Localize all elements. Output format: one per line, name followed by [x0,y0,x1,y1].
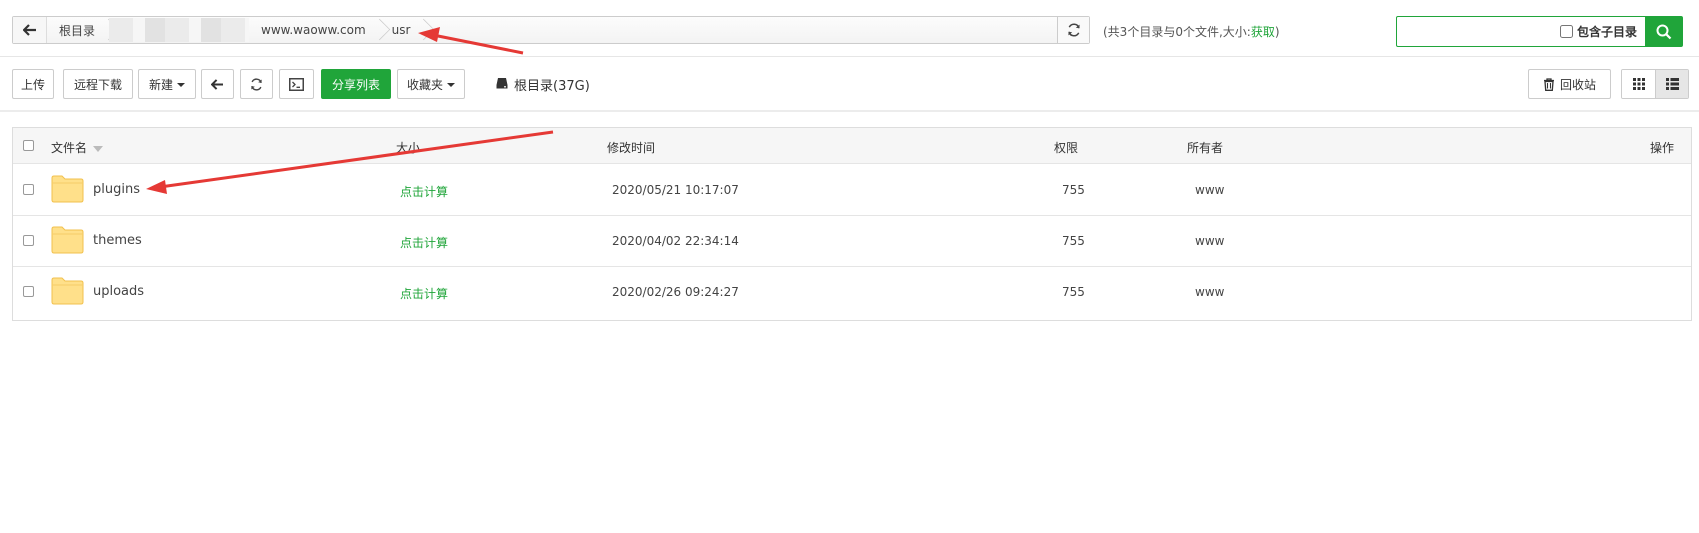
trash-icon [1543,77,1554,91]
include-subdir-checkbox[interactable] [1559,25,1573,38]
toolbar-divider [0,110,1699,112]
modified-time: 2020/02/26 09:24:27 [612,285,739,299]
folder-icon[interactable] [51,175,84,203]
owner[interactable]: www [1195,285,1224,299]
header-actions: 操作 [1650,141,1675,155]
size-calc-link[interactable]: 点击计算 [400,234,448,251]
size-calc-link[interactable]: 点击计算 [400,183,448,200]
file-table: 文件名 大小 修改时间 权限 所有者 操作 plugins 点击计算 2020/05… [12,127,1692,321]
favorites-dropdown-button[interactable]: 收藏夹 [397,69,465,99]
refresh-icon [251,77,262,91]
summary-close: ) [1274,25,1280,39]
folder-icon[interactable] [51,226,84,254]
table-header: 文件名 大小 修改时间 权限 所有者 操作 [13,128,1691,164]
path-back-button[interactable] [13,17,47,43]
file-name[interactable]: plugins [93,182,140,197]
search-input[interactable] [1397,17,1560,46]
grid-icon [1632,78,1645,90]
breadcrumb-usr[interactable]: usr [380,17,425,43]
owner[interactable]: www [1195,183,1224,197]
breadcrumb-site[interactable]: www.waoww.com [249,17,380,43]
include-subdir-option[interactable]: 包含子目录 [1559,17,1645,46]
select-all-checkbox[interactable] [23,140,34,151]
caret-down-icon [177,83,185,87]
summary-text: (共3个目录与0个文件,大小: [1103,25,1251,39]
breadcrumb: 根目录 www.waoww.com usr [47,17,1057,43]
header-name-label: 文件名 [51,141,88,155]
search-icon [1656,24,1671,39]
header-size[interactable]: 大小 [396,139,420,156]
breadcrumb-root[interactable]: 根目录 [47,17,109,43]
disk-info[interactable]: 根目录(37G) [496,75,590,94]
share-list-button[interactable]: 分享列表 [321,69,391,99]
get-size-link[interactable]: 获取 [1251,25,1275,39]
header-name[interactable]: 文件名 [51,139,104,156]
disk-label: 根目录(37G) [514,79,590,94]
modified-time: 2020/05/21 10:17:07 [612,183,739,197]
back-button[interactable] [201,69,234,99]
search-button[interactable] [1645,17,1682,46]
directory-summary: (共3个目录与0个文件,大小:获取) [1103,23,1280,40]
terminal-icon [289,77,304,91]
remote-download-button[interactable]: 远程下载 [63,69,133,99]
arrow-left-icon [211,78,223,90]
recycle-bin-label: 回收站 [1559,77,1596,92]
header-mtime[interactable]: 修改时间 [607,139,655,156]
path-bar: 根目录 www.waoww.com usr [12,16,1090,44]
file-name[interactable]: themes [93,233,142,248]
hard-drive-icon [496,77,508,93]
path-refresh-button[interactable] [1057,17,1089,43]
upload-button[interactable]: 上传 [12,69,54,99]
upload-label: 上传 [20,77,45,92]
row-checkbox[interactable] [23,184,34,195]
header-divider [0,56,1699,57]
caret-down-icon [447,83,455,87]
header-permission[interactable]: 权限 [1054,139,1078,156]
row-checkbox[interactable] [23,286,34,297]
refresh-button[interactable] [240,69,273,99]
arrow-left-icon [22,24,36,36]
list-view-button[interactable] [1655,70,1688,98]
search-box: 包含子目录 [1396,16,1683,47]
include-subdir-label: 包含子目录 [1576,25,1637,39]
table-row[interactable]: plugins 点击计算 2020/05/21 10:17:07 755 www [13,165,1691,216]
size-calc-link[interactable]: 点击计算 [400,285,448,302]
header-owner[interactable]: 所有者 [1187,139,1223,156]
share-list-label: 分享列表 [331,77,380,92]
folder-icon[interactable] [51,277,84,305]
owner[interactable]: www [1195,234,1224,248]
breadcrumb-blurred-segment[interactable] [109,18,250,42]
permission[interactable]: 755 [1062,183,1085,197]
list-icon [1665,78,1679,90]
permission[interactable]: 755 [1062,285,1085,299]
new-dropdown-button[interactable]: 新建 [138,69,196,99]
grid-view-button[interactable] [1622,70,1655,98]
favorites-label: 收藏夹 [406,77,443,92]
table-row[interactable]: uploads 点击计算 2020/02/26 09:24:27 755 www [13,267,1691,318]
new-label: 新建 [148,77,173,92]
terminal-button[interactable] [279,69,314,99]
table-row[interactable]: themes 点击计算 2020/04/02 22:34:14 755 www [13,216,1691,267]
view-mode-toggle [1621,69,1689,99]
refresh-icon [1067,23,1080,37]
file-name[interactable]: uploads [93,284,144,299]
permission[interactable]: 755 [1062,234,1085,248]
remote-download-label: 远程下载 [73,77,122,92]
row-checkbox[interactable] [23,235,34,246]
modified-time: 2020/04/02 22:34:14 [612,234,739,248]
sort-down-icon [93,145,104,152]
recycle-bin-button[interactable]: 回收站 [1528,69,1611,99]
